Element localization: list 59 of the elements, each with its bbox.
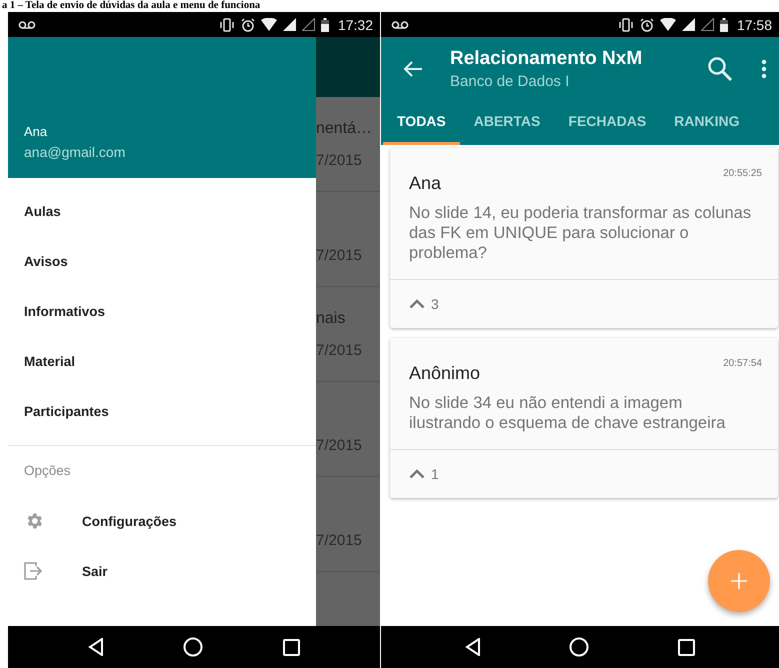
voicemail-icon: [18, 20, 36, 30]
figure-caption: a 1 – Tela de envio de dúvidas da aula e menu de funciona: [2, 0, 260, 12]
menu-item[interactable]: Informativos: [8, 287, 316, 337]
vibrate-icon: [618, 18, 634, 32]
wifi-icon: [660, 18, 676, 31]
recent-apps-icon[interactable]: [283, 638, 300, 656]
menu-item[interactable]: Configurações: [8, 496, 316, 546]
alarm-icon: [240, 18, 255, 32]
search-icon[interactable]: [707, 56, 733, 82]
menu-item[interactable]: Sair: [8, 546, 316, 596]
battery-icon: [320, 18, 329, 32]
item-date: 7/2015: [316, 532, 363, 549]
question-time: 20:57:54: [723, 358, 762, 371]
wifi-icon: [260, 18, 277, 31]
item-date: 7/2015: [316, 152, 363, 169]
back-icon[interactable]: [465, 638, 482, 656]
user-email: ana@gmail.com: [24, 144, 126, 160]
item-date: 7/2015: [316, 247, 363, 264]
upvote-icon[interactable]: [409, 469, 425, 479]
back-icon[interactable]: [88, 638, 104, 656]
vote-count: 1: [431, 466, 439, 482]
back-arrow-icon[interactable]: [403, 60, 423, 78]
item-date: 7/2015: [316, 437, 363, 454]
menu-item[interactable]: Aulas: [8, 187, 316, 237]
item-date: 7/2015: [316, 342, 363, 359]
item-title: nentá…: [316, 120, 374, 138]
menu-item[interactable]: Participantes: [8, 387, 316, 437]
menu-item[interactable]: Material: [8, 337, 316, 387]
question-text: No slide 14, eu poderia transformar as colunas das FK em UNIQUE para solucionar o problema?: [408, 203, 752, 264]
battery-icon: [720, 18, 728, 32]
tab[interactable]: TODAS: [383, 100, 460, 145]
user-name: Ana: [24, 124, 48, 139]
no-signal-icon: [302, 18, 315, 31]
no-signal-icon: [700, 18, 714, 31]
more-options-icon[interactable]: [761, 58, 767, 78]
author-name: Ana: [409, 173, 442, 194]
author-name: Anônimo: [409, 363, 480, 384]
screen-title: Relacionamento NxM: [450, 48, 644, 70]
add-icon: [731, 573, 747, 589]
home-icon[interactable]: [569, 637, 590, 657]
item-title: nais: [316, 310, 346, 328]
recent-apps-icon[interactable]: [678, 638, 695, 656]
alarm-icon: [640, 18, 654, 32]
question-time: 20:55:25: [723, 168, 762, 181]
menu-item[interactable]: Avisos: [8, 237, 316, 287]
vibrate-icon: [218, 18, 235, 32]
question-text: No slide 34 eu não entendi a imagem ilustrando o esquema de chave estrangeira: [408, 393, 726, 434]
status-time: 17:58: [736, 16, 772, 32]
voicemail-icon: [391, 20, 409, 30]
status-time: 17:32: [338, 16, 373, 32]
exit-icon: [24, 562, 42, 580]
section-title: Opções: [23, 462, 72, 480]
screen-subtitle: Banco de Dados I: [450, 72, 570, 90]
signal-icon: [682, 18, 695, 31]
upvote-icon[interactable]: [409, 299, 425, 309]
vote-count: 3: [431, 296, 439, 312]
signal-icon: [282, 18, 296, 31]
home-icon[interactable]: [183, 637, 204, 657]
toolbar-background: [316, 37, 380, 97]
